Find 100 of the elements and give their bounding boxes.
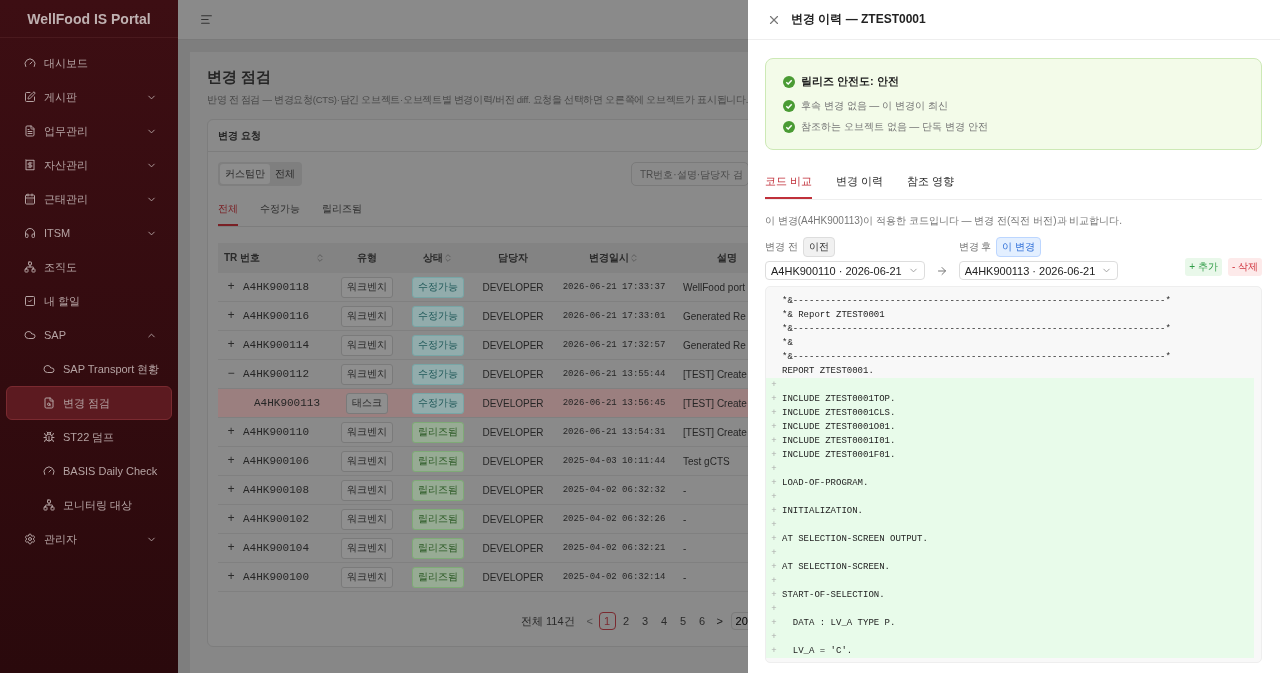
table-cell-text: 2025-04-02 06:32:21	[561, 543, 667, 553]
table-cell-text: 2025-04-02 06:32:14	[561, 572, 667, 582]
version-tag: 이 변경	[996, 237, 1042, 257]
tab[interactable]: 변경 이력	[836, 168, 884, 199]
menu-icon[interactable]	[200, 13, 213, 26]
sidebar-item[interactable]: 근태관리	[6, 182, 172, 216]
version-select[interactable]: A4HK900113 · 2026-06-21	[958, 261, 1119, 280]
safety-title: 릴리즈 안전도: 안전	[801, 74, 899, 89]
tab[interactable]: 코드 비교	[765, 168, 813, 199]
column-header: TR 번호	[224, 251, 261, 265]
table-cell-text: 2025-04-02 06:32:26	[561, 514, 667, 524]
column-header: 변경일시	[589, 251, 629, 265]
table-cell-text: -	[682, 513, 688, 525]
diff-marker: +	[770, 506, 778, 516]
status-tag: 릴리즈됨	[412, 450, 464, 472]
sidebar-item[interactable]: ST22 덤프	[6, 420, 172, 454]
expand-toggle[interactable]: +	[226, 483, 236, 497]
diff-marker: +	[770, 478, 778, 488]
tab[interactable]: 릴리즈됨	[322, 196, 362, 226]
sort-icon[interactable]	[315, 253, 325, 263]
expand-toggle[interactable]: +	[226, 338, 236, 352]
code-line: REPORT ZTEST0001.	[781, 365, 875, 378]
next-page[interactable]: >	[712, 615, 727, 627]
table-row[interactable]: A4HK900113 태스크 수정가능 DEVELOPER 2026-06-21 13:56:45 [TEST] Create	[218, 389, 748, 418]
tr-number: A4HK900110	[243, 426, 309, 438]
page-title: 변경 점검	[207, 68, 273, 87]
version-select[interactable]: A4HK900110 · 2026-06-21	[765, 261, 925, 280]
sidebar-item[interactable]: BASIS Daily Check	[6, 454, 172, 488]
type-tag: 워크벤치	[341, 363, 393, 385]
diff-marker: +	[770, 492, 778, 502]
sidebar-item[interactable]: 관리자	[6, 522, 172, 556]
tab[interactable]: 전체	[218, 196, 238, 226]
page-number[interactable]: 4	[655, 612, 673, 630]
document-search-icon	[43, 397, 55, 409]
sort-icon[interactable]	[629, 253, 639, 263]
version-label: 변경 후	[958, 240, 992, 254]
sidebar-item[interactable]: ITSM	[6, 216, 172, 250]
column-header: 설명	[716, 251, 737, 265]
table-cell-text: -	[682, 571, 688, 583]
expand-toggle[interactable]: +	[226, 309, 236, 323]
tab[interactable]: 수정가능	[260, 196, 300, 226]
page-number[interactable]: 3	[636, 612, 654, 630]
type-tag: 워크벤치	[341, 421, 393, 443]
tr-number: A4HK900104	[243, 542, 309, 554]
page-number[interactable]: 1	[598, 612, 616, 630]
page-size-select[interactable]: 20	[730, 612, 748, 630]
filter-option[interactable]: 전체	[270, 164, 300, 184]
table-cell-text: 2026-06-21 17:32:57	[561, 340, 667, 350]
calendar-icon	[24, 193, 36, 205]
document-icon	[24, 125, 36, 137]
expand-toggle[interactable]: +	[226, 280, 236, 294]
check-circle-icon	[783, 100, 795, 112]
tr-number: A4HK900118	[243, 281, 309, 293]
filter-option[interactable]: 커스텀만	[220, 164, 270, 184]
gauge-icon	[43, 465, 55, 477]
diff-marker: +	[770, 604, 778, 614]
table-cell-text: -	[682, 542, 688, 554]
expand-toggle[interactable]: +	[226, 570, 236, 584]
type-tag: 워크벤치	[341, 276, 393, 298]
sidebar-item[interactable]: 게시판	[6, 80, 172, 114]
tab[interactable]: 참조 영향	[907, 168, 955, 199]
tr-number: A4HK900113	[254, 397, 320, 409]
tr-number: A4HK900100	[243, 571, 309, 583]
sidebar-item[interactable]: 대시보드	[6, 46, 172, 80]
sidebar-item[interactable]: 모니터링 대상	[6, 488, 172, 522]
sidebar-item[interactable]: 조직도	[6, 250, 172, 284]
diff-marker: +	[770, 436, 778, 446]
check-circle-icon	[783, 75, 795, 88]
expand-toggle[interactable]: +	[226, 425, 236, 439]
status-tag: 릴리즈됨	[412, 508, 464, 530]
column-header: 상태	[423, 251, 443, 265]
sidebar-item[interactable]: 업무관리	[6, 114, 172, 148]
code-line: *&	[781, 337, 794, 350]
sort-icon[interactable]	[443, 253, 453, 263]
table-cell-text: DEVELOPER	[481, 310, 545, 322]
table-cell-text: DEVELOPER	[481, 571, 545, 583]
page-number[interactable]: 6	[693, 612, 711, 630]
code-line: *&---------------------------------------------------------------------*	[781, 351, 1172, 364]
expand-toggle[interactable]: +	[226, 512, 236, 526]
page-number[interactable]: 2	[617, 612, 635, 630]
version-tag: 이전	[802, 237, 835, 257]
tr-number: A4HK900116	[243, 310, 309, 322]
table-cell-text: DEVELOPER	[481, 339, 545, 351]
sidebar-item[interactable]: SAP Transport 현황	[6, 352, 172, 386]
diff-marker: +	[770, 548, 778, 558]
type-tag: 태스크	[346, 392, 388, 414]
table-cell-text: DEVELOPER	[481, 368, 545, 380]
expand-toggle[interactable]: −	[226, 367, 236, 381]
sidebar-item[interactable]: SAP	[6, 318, 172, 352]
sidebar-item[interactable]: 자산관리	[6, 148, 172, 182]
table-cell-text: 2026-06-21 13:54:31	[561, 427, 667, 437]
expand-toggle[interactable]: +	[226, 541, 236, 555]
sidebar-item[interactable]: 내 할일	[6, 284, 172, 318]
table-cell-text: WellFood port	[682, 281, 747, 293]
tr-number: A4HK900108	[243, 484, 309, 496]
sidebar-item[interactable]: 변경 점검	[6, 386, 172, 420]
table-cell-text: DEVELOPER	[481, 281, 545, 293]
page-number[interactable]: 5	[674, 612, 692, 630]
version-label: 변경 전	[765, 240, 798, 254]
expand-toggle[interactable]: +	[226, 454, 236, 468]
